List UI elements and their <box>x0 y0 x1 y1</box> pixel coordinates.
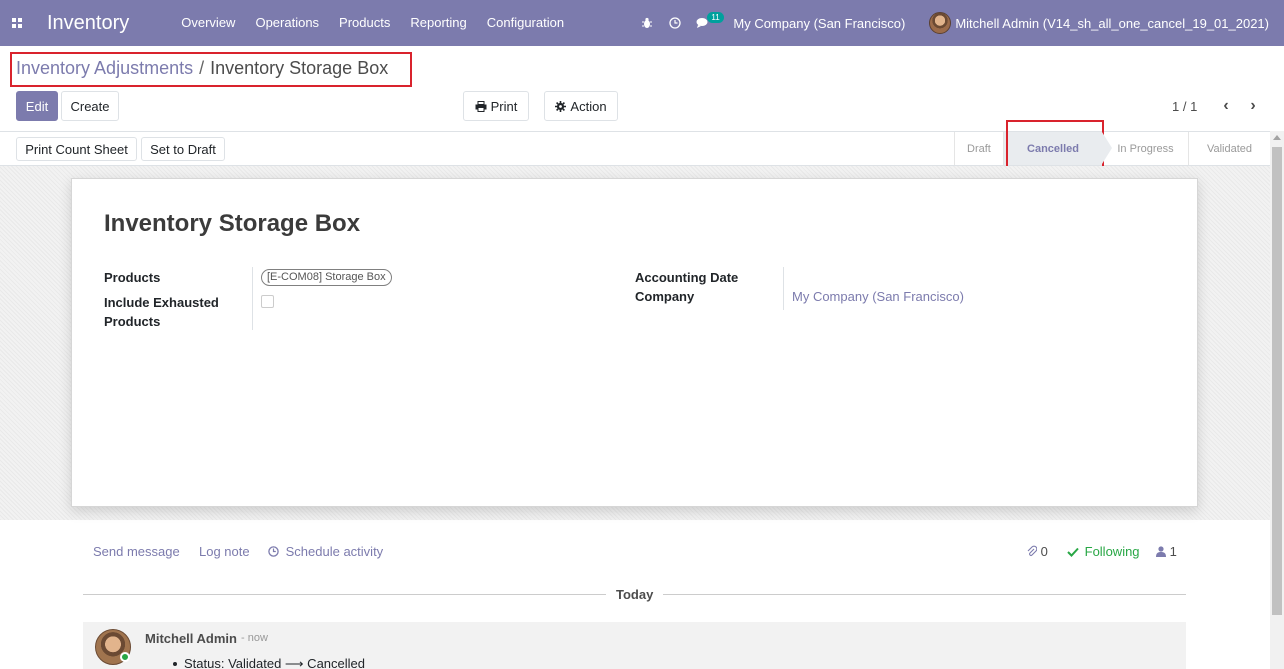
tracking-bullet <box>173 662 177 666</box>
message-timestamp: - now <box>241 632 268 644</box>
menu-item-configuration[interactable]: Configuration <box>477 0 574 46</box>
products-label: Products <box>104 270 161 285</box>
company-label: Company <box>635 289 695 304</box>
include-exhausted-label-line2: Products <box>104 314 161 329</box>
log-note-button[interactable]: Log note <box>199 544 250 559</box>
menu-item-products[interactable]: Products <box>329 0 400 46</box>
messages-icon[interactable]: 11 <box>689 0 724 46</box>
attachments-count: 0 <box>1040 544 1048 559</box>
paperclip-icon <box>1027 545 1038 556</box>
accounting-date-label: Accounting Date <box>635 270 739 285</box>
pager-next-icon[interactable]: › <box>1245 96 1261 116</box>
include-exhausted-checkbox[interactable] <box>261 295 274 308</box>
following-button[interactable]: Following <box>1067 544 1140 559</box>
chatter-message: Mitchell Admin - now Status: Validated ⟶… <box>83 622 1186 669</box>
gear-icon <box>555 100 567 112</box>
systray: 11 My Company (San Francisco) Mitchell A… <box>633 0 1284 46</box>
scrollbar[interactable] <box>1270 131 1284 669</box>
stage-draft: Draft <box>954 132 1003 165</box>
clock-icon <box>268 546 279 557</box>
print-count-sheet-button[interactable]: Print Count Sheet <box>16 137 137 161</box>
user-name: Mitchell Admin (V14_sh_all_one_cancel_19… <box>955 15 1269 31</box>
print-label: Print <box>490 98 518 114</box>
stage-validated: Validated <box>1188 132 1270 165</box>
online-status-icon <box>120 652 130 662</box>
record-title: Inventory Storage Box <box>104 210 361 237</box>
top-navbar: Inventory Overview Operations Products R… <box>0 0 1284 46</box>
form-sheet: Inventory Storage Box Products [E-COM08]… <box>71 178 1198 507</box>
menu-item-operations[interactable]: Operations <box>245 0 329 46</box>
attachments-button[interactable]: 0 <box>1026 544 1048 559</box>
menu-item-reporting[interactable]: Reporting <box>400 0 476 46</box>
field-separator <box>252 267 253 330</box>
check-icon <box>1067 547 1079 557</box>
user-icon <box>1156 546 1166 557</box>
apps-menu-icon[interactable] <box>0 0 34 46</box>
main-menu: Overview Operations Products Reporting C… <box>171 0 574 46</box>
print-button[interactable]: Print <box>463 91 529 121</box>
today-label: Today <box>616 587 654 602</box>
user-avatar <box>929 12 952 34</box>
pager-previous-icon[interactable]: ‹ <box>1218 96 1234 116</box>
company-field-link[interactable]: My Company (San Francisco) <box>792 289 964 304</box>
followers-count: 1 <box>1169 544 1177 559</box>
following-label: Following <box>1084 544 1140 559</box>
include-exhausted-label-line1: Include Exhausted <box>104 295 219 310</box>
highlight-box-breadcrumb <box>10 52 412 87</box>
scroll-up-icon[interactable] <box>1273 135 1281 140</box>
debug-bug-icon[interactable] <box>633 0 661 46</box>
message-author[interactable]: Mitchell Admin <box>145 631 237 646</box>
app-brand[interactable]: Inventory <box>47 12 129 35</box>
company-switcher[interactable]: My Company (San Francisco) <box>733 16 905 31</box>
followers-button[interactable]: 1 <box>1156 544 1177 559</box>
today-divider-right <box>663 594 1186 595</box>
action-button[interactable]: Action <box>544 91 618 121</box>
schedule-activity-label: Schedule activity <box>285 544 384 559</box>
messages-badge: 11 <box>707 12 724 23</box>
product-tag[interactable]: [E-COM08] Storage Box <box>261 269 392 286</box>
stage-in-progress: In Progress <box>1102 132 1188 165</box>
field-separator-right <box>783 267 784 310</box>
activity-clock-icon[interactable] <box>661 0 689 46</box>
tracking-value: Status: Validated ⟶ Cancelled <box>184 656 365 669</box>
menu-item-overview[interactable]: Overview <box>171 0 245 46</box>
pager-value[interactable]: 1 / 1 <box>1172 99 1197 114</box>
scroll-thumb[interactable] <box>1272 147 1282 615</box>
print-icon <box>475 100 487 112</box>
action-label: Action <box>570 98 607 114</box>
today-divider-left <box>83 594 606 595</box>
schedule-activity-button[interactable]: Schedule activity <box>268 544 383 559</box>
user-menu[interactable]: Mitchell Admin (V14_sh_all_one_cancel_19… <box>929 12 1269 34</box>
create-button[interactable]: Create <box>61 91 119 121</box>
edit-button[interactable]: Edit <box>16 91 58 121</box>
stage-pipeline: Draft Cancelled In Progress Validated <box>954 132 1270 165</box>
send-message-button[interactable]: Send message <box>93 544 180 559</box>
set-to-draft-button[interactable]: Set to Draft <box>141 137 225 161</box>
